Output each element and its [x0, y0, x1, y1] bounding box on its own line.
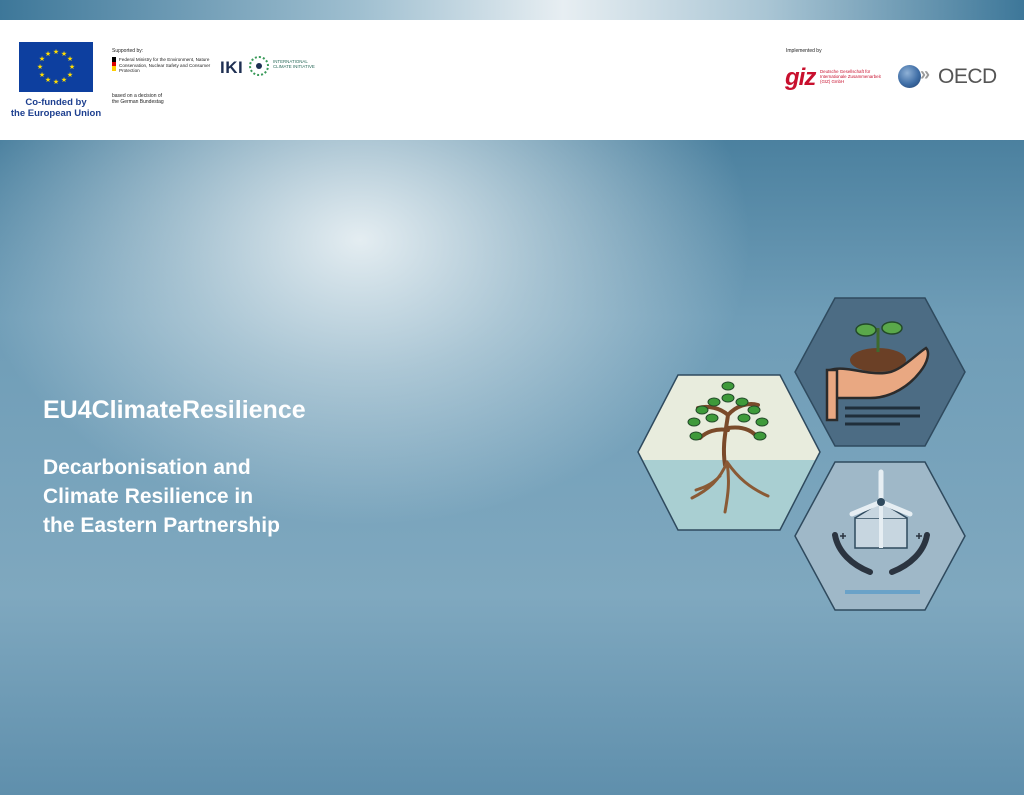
- page-title: EU4ClimateResilience: [43, 396, 306, 424]
- supported-by-label: Supported by:: [112, 48, 144, 54]
- illustration-hexagons: [630, 290, 975, 620]
- eu-cofunded-caption: Co-funded by the European Union: [10, 97, 102, 119]
- svg-text:★: ★: [45, 50, 51, 58]
- svg-text:★: ★: [69, 63, 75, 71]
- svg-text:★: ★: [53, 48, 59, 56]
- iki-ring-icon: [249, 56, 269, 76]
- svg-text:★: ★: [61, 76, 67, 84]
- bundestag-note: based on a decision of the German Bundes…: [112, 93, 164, 105]
- iki-logo-text: INTERNATIONAL CLIMATE INITIATIVE: [273, 59, 315, 69]
- svg-text:★: ★: [67, 71, 73, 79]
- oecd-chevron-icon: »: [920, 64, 931, 84]
- svg-text:★: ★: [53, 78, 59, 86]
- giz-logo-mark: giz: [785, 64, 816, 91]
- svg-text:★: ★: [45, 76, 51, 84]
- wind-turbine-hands-icon: [794, 461, 966, 611]
- tree-roots-icon: [637, 374, 821, 531]
- logo-bar: ★ ★ ★ ★ ★ ★ ★ ★ ★ ★ ★ ★ Co-funded by the…: [0, 20, 1024, 140]
- implemented-by-label: Implemented by: [786, 48, 822, 54]
- oecd-logo-text: OECD: [938, 65, 997, 88]
- top-gradient-band: [0, 0, 1024, 20]
- oecd-globe-icon: [898, 65, 921, 88]
- giz-logo-text: Deutsche Gesellschaft für Internationale…: [820, 69, 881, 84]
- hand-sprout-icon: [794, 297, 966, 447]
- iki-logo-mark: IKI: [220, 58, 244, 77]
- page-subtitle: Decarbonisation and Climate Resilience i…: [43, 456, 280, 537]
- svg-text:★: ★: [37, 63, 43, 71]
- ministry-name: Federal Ministry for the Environment, Na…: [119, 57, 211, 73]
- eu-flag-logo: ★ ★ ★ ★ ★ ★ ★ ★ ★ ★ ★ ★: [19, 42, 93, 92]
- svg-text:★: ★: [67, 55, 73, 63]
- svg-text:★: ★: [39, 71, 45, 79]
- german-flag-icon: [112, 57, 116, 72]
